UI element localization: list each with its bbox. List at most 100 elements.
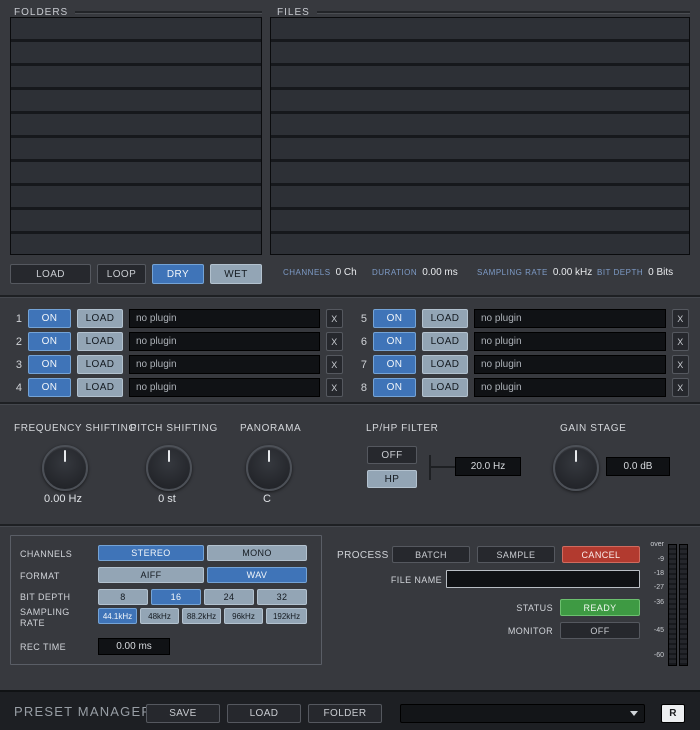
bit-depth-label: BIT DEPTH [20,592,70,602]
knob-pointer-icon [268,450,270,462]
sampling-rate-44-button[interactable]: 44.1kHz [98,608,137,624]
preset-load-button[interactable]: LOAD [227,704,301,723]
filter-connector-line [429,466,455,468]
filter-hp-button[interactable]: HP [367,470,417,488]
sampling-rate-96-button[interactable]: 96kHz [224,608,263,624]
panorama-knob[interactable] [246,445,292,491]
gain-stage-knob[interactable] [553,445,599,491]
plugin-slot-row-5: 5 ON LOAD no plugin X [355,308,689,329]
bit-depth-stat: BIT DEPTH 0 Bits [597,267,673,278]
filter-off-button[interactable]: OFF [367,446,417,464]
slot-remove-button[interactable]: X [672,332,689,351]
slot-remove-button[interactable]: X [672,355,689,374]
format-aiff-button[interactable]: AIFF [98,567,204,583]
divider [0,524,700,527]
slot-load-button[interactable]: LOAD [77,332,123,351]
preset-save-button[interactable]: SAVE [146,704,220,723]
slot-on-button[interactable]: ON [373,332,416,351]
sample-button[interactable]: SAMPLE [477,546,555,563]
slot-remove-button[interactable]: X [672,378,689,397]
meter-scale-45: -45 [642,627,664,634]
gain-stage-label: GAIN STAGE [560,423,626,434]
frequency-shifting-knob[interactable] [42,445,88,491]
slot-load-button[interactable]: LOAD [422,309,468,328]
file-name-input[interactable] [446,570,640,588]
monitor-label: MONITOR [498,626,553,636]
pitch-shifting-label: PITCH SHIFTING [130,423,218,434]
preset-select-dropdown[interactable] [400,704,645,723]
plugin-slot-row-6: 6 ON LOAD no plugin X [355,331,689,352]
filter-frequency-field[interactable]: 20.0 Hz [455,457,521,476]
format-label: FORMAT [20,571,60,581]
meter-scale-18: -18 [642,570,664,577]
slot-on-button[interactable]: ON [373,355,416,374]
slot-remove-button[interactable]: X [326,355,343,374]
sampling-rate-48-button[interactable]: 48kHz [140,608,179,624]
bit-depth-8-button[interactable]: 8 [98,589,148,605]
slot-load-button[interactable]: LOAD [422,355,468,374]
slot-number: 4 [10,382,22,394]
knob-pointer-icon [64,450,66,462]
bit-depth-16-button[interactable]: 16 [151,589,201,605]
batch-button[interactable]: BATCH [392,546,470,563]
pitch-shifting-knob[interactable] [146,445,192,491]
slot-number: 6 [355,336,367,348]
plugin-window: FOLDERS FILES LOAD LOOP DRY WET CHANNELS… [0,0,700,730]
file-name-label: FILE NAME [370,575,442,585]
sampling-rate-stat-value: 0.00 kHz [553,267,592,278]
chevron-down-icon [630,711,638,716]
sampling-rate-88-button[interactable]: 88.2kHz [182,608,221,624]
slot-remove-button[interactable]: X [326,309,343,328]
bit-depth-24-button[interactable]: 24 [204,589,254,605]
slot-on-button[interactable]: ON [373,309,416,328]
slot-plugin-name: no plugin [474,309,666,328]
bit-depth-stat-value: 0 Bits [648,267,673,278]
slot-remove-button[interactable]: X [326,332,343,351]
slot-on-button[interactable]: ON [28,332,71,351]
preset-folder-button[interactable]: FOLDER [308,704,382,723]
slot-load-button[interactable]: LOAD [422,332,468,351]
channels-label: CHANNELS [20,549,72,559]
level-meter-left [668,544,677,666]
slot-load-button[interactable]: LOAD [422,378,468,397]
wet-button[interactable]: WET [210,264,262,284]
channels-stat: CHANNELS 0 Ch [283,267,357,278]
rec-time-field[interactable]: 0.00 ms [98,638,170,655]
format-wav-button[interactable]: WAV [207,567,307,583]
slot-number: 1 [10,313,22,325]
slot-on-button[interactable]: ON [28,355,71,374]
slot-load-button[interactable]: LOAD [77,355,123,374]
duration-stat-value: 0.00 ms [422,267,458,278]
slot-on-button[interactable]: ON [28,309,71,328]
meter-scale-60: -60 [642,652,664,659]
slot-number: 2 [10,336,22,348]
slot-number: 3 [10,359,22,371]
slot-plugin-name: no plugin [474,355,666,374]
plugin-slot-row-1: 1 ON LOAD no plugin X [10,308,343,329]
slot-remove-button[interactable]: X [326,378,343,397]
panorama-value: C [237,493,297,505]
files-listbox[interactable] [270,17,690,255]
folders-load-button[interactable]: LOAD [10,264,91,284]
channels-mono-button[interactable]: MONO [207,545,307,561]
slot-on-button[interactable]: ON [373,378,416,397]
slot-load-button[interactable]: LOAD [77,378,123,397]
preset-manager-title: PRESET MANAGER [14,704,152,719]
monitor-off-button[interactable]: OFF [560,622,640,639]
slot-load-button[interactable]: LOAD [77,309,123,328]
knob-pointer-icon [168,450,170,462]
cancel-button[interactable]: CANCEL [562,546,640,563]
meter-scale-9: -9 [642,556,664,563]
bit-depth-32-button[interactable]: 32 [257,589,307,605]
sampling-rate-192-button[interactable]: 192kHz [266,608,307,624]
preset-reset-button[interactable]: R [661,704,685,723]
lp-hp-filter-label: LP/HP FILTER [366,423,438,434]
channels-stereo-button[interactable]: STEREO [98,545,204,561]
loop-button[interactable]: LOOP [97,264,146,284]
preset-manager-bar: PRESET MANAGER SAVE LOAD FOLDER R [0,690,700,730]
dry-button[interactable]: DRY [152,264,204,284]
folders-listbox[interactable] [10,17,262,255]
gain-value-field[interactable]: 0.0 dB [606,457,670,476]
slot-remove-button[interactable]: X [672,309,689,328]
slot-on-button[interactable]: ON [28,378,71,397]
